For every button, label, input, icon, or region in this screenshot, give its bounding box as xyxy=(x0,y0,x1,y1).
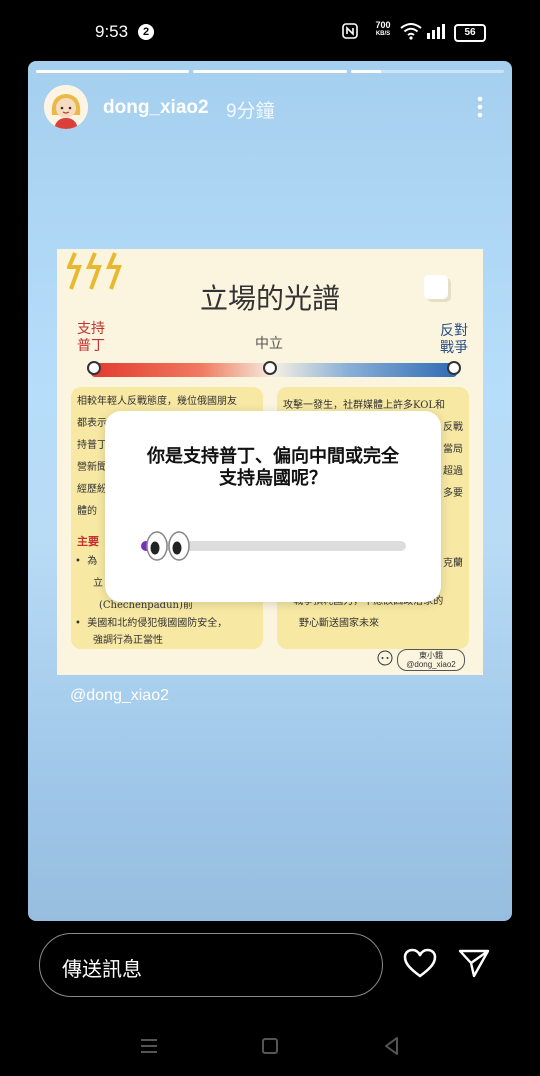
menu-icon[interactable] xyxy=(137,1034,161,1058)
poll-question: 你是支持普丁、偏向中間或完全支持烏國呢？ xyxy=(147,446,399,488)
left-bullet-text: 美國和北約侵犯俄國國防安全， xyxy=(87,618,228,629)
send-icon[interactable] xyxy=(458,948,490,978)
more-options-icon[interactable] xyxy=(468,95,492,119)
label-left-text: 支持 普丁 xyxy=(77,321,105,354)
spectrum-knob-right xyxy=(447,361,461,375)
right-card-line: 超過 xyxy=(443,466,463,477)
network-speed-unit: KB/S xyxy=(375,31,391,37)
left-bullet-line: • 為 xyxy=(75,551,97,573)
heart-icon[interactable] xyxy=(403,948,437,978)
right-card-line: 當局 xyxy=(443,444,463,455)
signature-name: 東小餓 xyxy=(419,651,443,660)
progress-fill xyxy=(36,70,190,73)
battery-icon: 56 xyxy=(454,24,486,42)
status-time: 9:53 xyxy=(95,22,129,41)
signature-handle: @dong_xiao2 xyxy=(406,660,456,669)
right-bullet-text: 野心斷送國家未來 xyxy=(299,618,379,629)
spectrum-label-right: 反對 戰爭 xyxy=(440,323,468,357)
left-bullet-text: 立 xyxy=(93,578,103,589)
spectrum-knob-mid xyxy=(263,361,277,375)
avatar-illustration xyxy=(44,85,88,129)
left-card-line: 體的 xyxy=(77,506,97,517)
bullet-dot: • xyxy=(75,556,88,567)
home-icon[interactable] xyxy=(258,1034,282,1058)
user-mention[interactable]: @dong_xiao2 xyxy=(70,687,169,705)
progress-fill xyxy=(193,70,347,73)
story-viewer[interactable]: dong_xiao2 9分鐘 立場的光譜 支持 普丁 中立 反對 戰爭 相較年輕… xyxy=(28,61,512,921)
back-icon[interactable] xyxy=(380,1034,404,1058)
progress-segment xyxy=(350,70,504,73)
checkbox-decoration xyxy=(424,275,448,299)
left-card-line: 都表示 xyxy=(77,418,107,429)
spectrum-label-left: 支持 普丁 xyxy=(77,321,105,355)
left-bullet-text: 為 xyxy=(87,556,98,567)
right-bullet-text: 克蘭 xyxy=(443,558,463,569)
right-card-line: 多要 xyxy=(443,488,463,499)
post-title: 立場的光譜 xyxy=(199,282,340,315)
left-card-heading: 主要 xyxy=(77,535,99,548)
status-bar: 9:53 2 700 KB/S 56 xyxy=(0,0,540,60)
left-card-line: 相較年輕人反戰態度，幾位俄國朋友 xyxy=(77,396,237,407)
network-speed: 700 KB/S xyxy=(370,21,396,38)
message-placeholder: 傳送訊息 xyxy=(62,959,142,981)
nfc-icon xyxy=(342,23,358,39)
wifi-icon xyxy=(400,23,422,40)
left-bullet-text: 強調行為正當性 xyxy=(93,635,163,646)
spectrum-knob-left xyxy=(87,361,101,375)
left-card-line: 持普丁 xyxy=(77,440,107,451)
bullet-dot: • xyxy=(75,618,88,629)
story-progress xyxy=(36,70,504,73)
avatar[interactable] xyxy=(44,85,88,129)
story-username[interactable]: dong_xiao2 xyxy=(103,97,209,119)
label-right-text: 反對 戰爭 xyxy=(440,323,468,356)
message-input[interactable]: 傳送訊息 xyxy=(39,933,383,997)
reply-bar: 傳送訊息 xyxy=(0,930,540,1000)
emoji-slider-poll[interactable]: 你是支持普丁、偏向中間或完全支持烏國呢？ xyxy=(105,411,441,602)
left-card-line: 營新聞 xyxy=(77,462,107,473)
network-speed-value: 700 xyxy=(375,20,391,30)
left-bullet-line: • 美國和北約侵犯俄國國防安全， xyxy=(75,613,227,635)
eyes-emoji-icon[interactable] xyxy=(145,530,191,562)
notification-badge: 2 xyxy=(138,24,154,40)
progress-fill xyxy=(350,70,382,73)
story-time-ago: 9分鐘 xyxy=(226,101,275,122)
signature-mascot-icon xyxy=(377,650,393,666)
signal-icon xyxy=(427,24,445,39)
progress-segment xyxy=(36,70,190,73)
spectrum-label-mid: 中立 xyxy=(255,336,283,352)
left-card-line: 經歷紛 xyxy=(77,484,107,495)
progress-segment xyxy=(193,70,347,73)
system-nav-bar xyxy=(0,1016,540,1076)
right-card-line: 反戰 xyxy=(443,422,463,433)
signature-badge: 東小餓 @dong_xiao2 xyxy=(397,649,465,671)
